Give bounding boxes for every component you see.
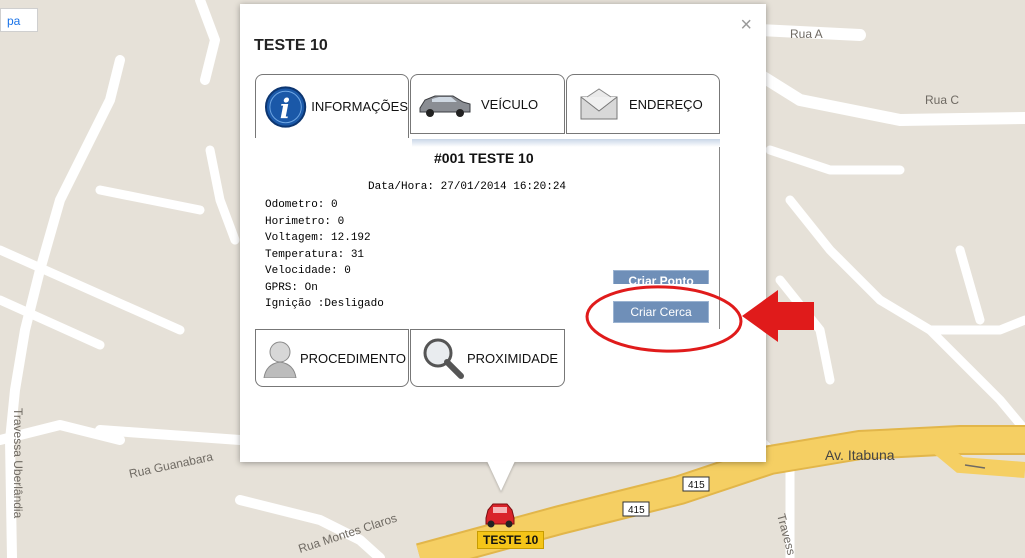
info-lines: Odometro: 0 Horimetro: 0 Voltagem: 12.19… [265,197,384,313]
info-line-horimetro: Horimetro: 0 [265,215,345,228]
info-window-tail [487,461,515,491]
person-icon [263,341,297,378]
map-type-button[interactable]: pa [0,8,38,32]
map-type-label: pa [7,14,21,28]
tab-endereco[interactable]: ENDEREÇO [566,74,720,134]
info-line-velocidade: Velocidade: 0 [265,265,351,277]
criar-cerca-button[interactable]: Criar Cerca [613,301,709,323]
car-marker-icon [485,503,515,528]
info-line-temperatura: Temperatura: 31 [265,248,365,261]
magnifier-icon [423,338,464,379]
datetime-text: Data/Hora: 27/01/2014 16:20:24 [368,181,567,193]
info-line-ignicao: Ignição :Desligado [265,298,384,310]
tab-procedimento-label: PROCEDIMENTO [300,350,406,366]
vehicle-marker[interactable] [482,500,518,528]
street-label-rua-c: Rua C [925,93,959,107]
car-icon [419,95,471,117]
criar-ponto-button[interactable]: Criar Ponto [613,270,709,284]
envelope-icon [580,88,618,120]
info-icon: i [264,85,307,128]
info-line-odometro: Odometro: 0 [265,199,338,211]
info-panel: #001 TESTE 10 Data/Hora: 27/01/2014 16:2… [256,139,720,329]
vehicle-label: TESTE 10 [477,531,545,549]
tab-proximidade[interactable]: PROXIMIDADE [410,329,565,387]
street-label-rua-a: Rua A [790,27,823,41]
tab-endereco-label: ENDEREÇO [629,96,703,112]
info-line-gprs: GPRS: On [265,281,318,294]
svg-text:i: i [280,92,290,124]
panel-title: #001 TESTE 10 [434,150,534,166]
tab-procedimento[interactable]: PROCEDIMENTO [255,329,409,387]
close-icon[interactable]: × [740,14,752,37]
tab-informacoes[interactable]: i INFORMAÇÕES [255,74,409,138]
tab-proximidade-label: PROXIMIDADE [467,350,559,366]
street-label-av-itabuna: Av. Itabuna [825,447,895,463]
route-shield-1: 415 [688,480,705,491]
tab-informacoes-label: INFORMAÇÕES [311,99,408,114]
info-line-voltagem: Voltagem: 12.192 [265,232,371,244]
street-label-travessa-uberlandia: Travessa Uberlândia [11,408,25,519]
tab-veiculo[interactable]: VEÍCULO [410,74,565,134]
tab-veiculo-label: VEÍCULO [481,96,539,112]
info-window-title: TESTE 10 [254,37,328,54]
route-shield-2: 415 [628,505,645,516]
criar-ponto-clip: Criar Ponto [613,270,709,284]
panel-head-gradient [412,139,720,147]
